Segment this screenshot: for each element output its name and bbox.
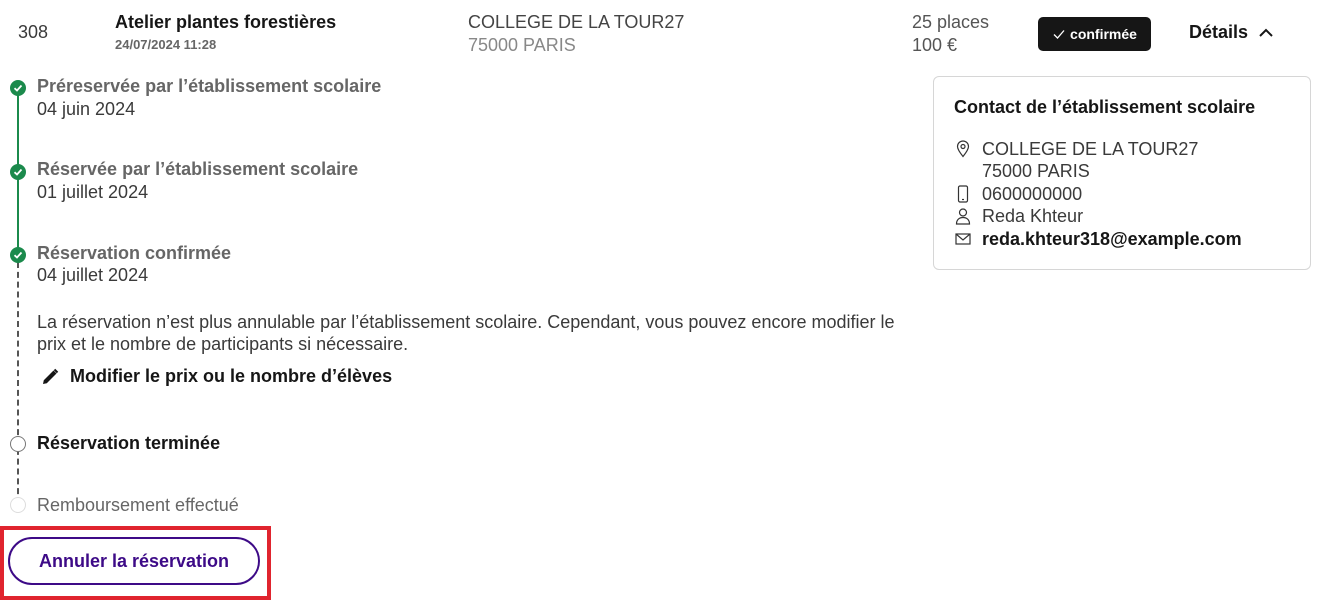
timeline-step-title: Réservation confirmée <box>37 243 232 263</box>
offer-date: 24/07/2024 11:28 <box>115 37 217 52</box>
details-toggle-button[interactable]: Détails <box>1189 22 1274 43</box>
edit-price-button[interactable]: Modifier le prix ou le nombre d’élèves <box>40 366 392 387</box>
places-count: 25 places <box>912 12 990 32</box>
timeline-step-done-icon <box>10 247 26 263</box>
details-label: Détails <box>1189 22 1249 42</box>
edit-price-label: Modifier le prix ou le nombre d’élèves <box>70 366 393 386</box>
contact-email-link[interactable]: reda.khteur318@example.com <box>982 228 1242 250</box>
timeline-step-date: 01 juillet 2024 <box>37 182 149 202</box>
contact-card: Contact de l’établissement scolaire COLL… <box>933 76 1311 270</box>
contact-phone-value: 0600000000 <box>982 184 1083 204</box>
timeline-step-title: Remboursement effectué <box>37 495 239 515</box>
timeline-step-pending-icon <box>10 497 26 513</box>
contact-person: Reda Khteur <box>954 205 1083 227</box>
status-badge: confirmée <box>1038 17 1151 51</box>
contact-email[interactable]: reda.khteur318@example.com <box>954 228 1242 250</box>
school-city: 75000 PARIS <box>468 35 576 55</box>
phone-icon <box>957 185 969 203</box>
contact-phone: 0600000000 <box>954 183 1082 205</box>
timeline-line-pending <box>17 262 19 504</box>
timeline-step-title: Réservation terminée <box>37 433 221 453</box>
user-icon <box>955 208 971 225</box>
cancel-booking-button[interactable]: Annuler la réservation <box>8 537 260 585</box>
check-icon <box>1053 30 1065 39</box>
info-text: La réservation n’est plus annulable par … <box>37 312 895 354</box>
status-label: confirmée <box>1070 26 1137 42</box>
contact-school-name: COLLEGE DE LA TOUR27 <box>982 139 1199 159</box>
timeline-step-pending-icon <box>10 436 26 452</box>
contact-address: COLLEGE DE LA TOUR27 75000 PARIS <box>954 138 1198 182</box>
booking-id: 308 <box>18 22 49 42</box>
timeline-step-date: 04 juillet 2024 <box>37 265 149 285</box>
price: 100 € <box>912 35 958 55</box>
offer-title: Atelier plantes forestières <box>115 12 337 32</box>
location-icon <box>956 140 970 158</box>
school-name: COLLEGE DE LA TOUR27 <box>468 12 685 32</box>
contact-school-city: 75000 PARIS <box>982 161 1090 181</box>
timeline-step-date: 04 juin 2024 <box>37 99 136 119</box>
mail-icon <box>955 233 971 245</box>
chevron-up-icon <box>1259 28 1273 37</box>
timeline-step-done-icon <box>10 164 26 180</box>
contact-person-name: Reda Khteur <box>982 206 1084 226</box>
pencil-icon <box>43 368 59 384</box>
timeline-step-done-icon <box>10 80 26 96</box>
timeline-step-title: Préreservée par l’établissement scolaire <box>37 76 382 96</box>
contact-title: Contact de l’établissement scolaire <box>954 97 1256 117</box>
timeline-step-title: Réservée par l’établissement scolaire <box>37 159 359 179</box>
